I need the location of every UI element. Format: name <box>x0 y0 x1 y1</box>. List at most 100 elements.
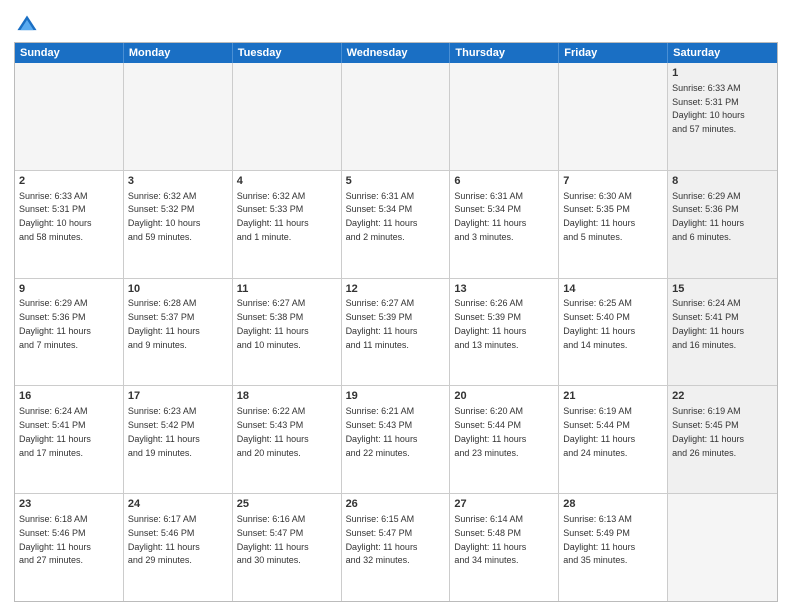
calendar-cell-9: 9Sunrise: 6:29 AM Sunset: 5:36 PM Daylig… <box>15 279 124 386</box>
calendar-cell-empty-0-2 <box>233 63 342 170</box>
page: SundayMondayTuesdayWednesdayThursdayFrid… <box>0 0 792 612</box>
calendar-row-1: 2 Sunrise: 6:33 AM Sunset: 5:31 PM Daylig… <box>15 171 777 279</box>
day-number: 10 <box>128 282 228 297</box>
day-number: 15 <box>672 282 773 297</box>
cell-info: Sunrise: 6:31 AM Sunset: 5:34 PM Dayligh… <box>346 191 418 242</box>
calendar-cell-4: 4 Sunrise: 6:32 AM Sunset: 5:33 PM Daylig… <box>233 171 342 278</box>
header-day-saturday: Saturday <box>668 43 777 63</box>
calendar-cell-24: 24 Sunrise: 6:17 AM Sunset: 5:46 PM Dayli… <box>124 494 233 601</box>
cell-info: Sunrise: 6:32 AM Sunset: 5:32 PM Dayligh… <box>128 191 201 242</box>
day-number: 7 <box>563 174 663 189</box>
header-day-thursday: Thursday <box>450 43 559 63</box>
cell-info: Sunrise: 6:24 AM Sunset: 5:41 PM Dayligh… <box>19 406 91 457</box>
cell-info: Sunrise: 6:23 AM Sunset: 5:42 PM Dayligh… <box>128 406 200 457</box>
logo-icon <box>16 14 38 36</box>
day-number: 12 <box>346 282 446 297</box>
cell-info: Sunrise: 6:29 AM Sunset: 5:36 PM Dayligh… <box>19 298 91 349</box>
calendar-cell-13: 13Sunrise: 6:26 AM Sunset: 5:39 PM Dayli… <box>450 279 559 386</box>
day-number: 22 <box>672 389 773 404</box>
calendar-cell-19: 19 Sunrise: 6:21 AM Sunset: 5:43 PM Dayli… <box>342 386 451 493</box>
cell-info: Sunrise: 6:29 AM Sunset: 5:36 PM Dayligh… <box>672 191 744 242</box>
calendar-cell-21: 21Sunrise: 6:19 AM Sunset: 5:44 PM Dayli… <box>559 386 668 493</box>
day-number: 5 <box>346 174 446 189</box>
calendar-cell-27: 27 Sunrise: 6:14 AM Sunset: 5:48 PM Dayli… <box>450 494 559 601</box>
calendar-cell-11: 11Sunrise: 6:27 AM Sunset: 5:38 PM Dayli… <box>233 279 342 386</box>
calendar-cell-26: 26 Sunrise: 6:15 AM Sunset: 5:47 PM Dayli… <box>342 494 451 601</box>
calendar-row-4: 23 Sunrise: 6:18 AM Sunset: 5:46 PM Dayli… <box>15 494 777 601</box>
calendar-cell-empty-0-4 <box>450 63 559 170</box>
calendar-cell-28: 28 Sunrise: 6:13 AM Sunset: 5:49 PM Dayli… <box>559 494 668 601</box>
day-number: 13 <box>454 282 554 297</box>
day-number: 14 <box>563 282 663 297</box>
day-number: 28 <box>563 497 663 512</box>
cell-info: Sunrise: 6:19 AM Sunset: 5:45 PM Dayligh… <box>672 406 744 457</box>
calendar-cell-6: 6 Sunrise: 6:31 AM Sunset: 5:34 PM Daylig… <box>450 171 559 278</box>
day-number: 20 <box>454 389 554 404</box>
header <box>14 10 778 36</box>
cell-info: Sunrise: 6:33 AM Sunset: 5:31 PM Dayligh… <box>19 191 92 242</box>
day-number: 3 <box>128 174 228 189</box>
calendar-cell-2: 2 Sunrise: 6:33 AM Sunset: 5:31 PM Daylig… <box>15 171 124 278</box>
calendar-cell-18: 18 Sunrise: 6:22 AM Sunset: 5:43 PM Dayli… <box>233 386 342 493</box>
cell-info: Sunrise: 6:30 AM Sunset: 5:35 PM Dayligh… <box>563 191 635 242</box>
cell-info: Sunrise: 6:20 AM Sunset: 5:44 PM Dayligh… <box>454 406 526 457</box>
calendar-cell-empty-0-5 <box>559 63 668 170</box>
day-number: 6 <box>454 174 554 189</box>
day-number: 23 <box>19 497 119 512</box>
logo <box>14 14 38 36</box>
cell-info: Sunrise: 6:15 AM Sunset: 5:47 PM Dayligh… <box>346 514 418 565</box>
cell-info: Sunrise: 6:14 AM Sunset: 5:48 PM Dayligh… <box>454 514 526 565</box>
calendar-header: SundayMondayTuesdayWednesdayThursdayFrid… <box>15 43 777 63</box>
calendar-cell-23: 23 Sunrise: 6:18 AM Sunset: 5:46 PM Dayli… <box>15 494 124 601</box>
day-number: 25 <box>237 497 337 512</box>
cell-info: Sunrise: 6:18 AM Sunset: 5:46 PM Dayligh… <box>19 514 91 565</box>
cell-info: Sunrise: 6:32 AM Sunset: 5:33 PM Dayligh… <box>237 191 309 242</box>
calendar-row-3: 16 Sunrise: 6:24 AM Sunset: 5:41 PM Dayli… <box>15 386 777 494</box>
calendar-cell-15: 15Sunrise: 6:24 AM Sunset: 5:41 PM Dayli… <box>668 279 777 386</box>
cell-info: Sunrise: 6:16 AM Sunset: 5:47 PM Dayligh… <box>237 514 309 565</box>
day-number: 2 <box>19 174 119 189</box>
day-number: 27 <box>454 497 554 512</box>
calendar-cell-20: 20 Sunrise: 6:20 AM Sunset: 5:44 PM Dayli… <box>450 386 559 493</box>
day-number: 1 <box>672 66 773 81</box>
calendar-row-2: 9Sunrise: 6:29 AM Sunset: 5:36 PM Daylig… <box>15 279 777 387</box>
day-number: 21 <box>563 389 663 404</box>
calendar-cell-10: 10Sunrise: 6:28 AM Sunset: 5:37 PM Dayli… <box>124 279 233 386</box>
day-number: 19 <box>346 389 446 404</box>
header-day-monday: Monday <box>124 43 233 63</box>
calendar-cell-17: 17 Sunrise: 6:23 AM Sunset: 5:42 PM Dayli… <box>124 386 233 493</box>
day-number: 16 <box>19 389 119 404</box>
calendar-cell-empty-0-3 <box>342 63 451 170</box>
cell-info: Sunrise: 6:17 AM Sunset: 5:46 PM Dayligh… <box>128 514 200 565</box>
calendar-cell-empty-0-0 <box>15 63 124 170</box>
cell-info: Sunrise: 6:28 AM Sunset: 5:37 PM Dayligh… <box>128 298 200 349</box>
day-number: 18 <box>237 389 337 404</box>
day-number: 4 <box>237 174 337 189</box>
calendar-row-0: 1Sunrise: 6:33 AM Sunset: 5:31 PM Daylig… <box>15 63 777 171</box>
calendar-cell-22: 22 Sunrise: 6:19 AM Sunset: 5:45 PM Dayli… <box>668 386 777 493</box>
day-number: 26 <box>346 497 446 512</box>
header-day-tuesday: Tuesday <box>233 43 342 63</box>
calendar-cell-12: 12Sunrise: 6:27 AM Sunset: 5:39 PM Dayli… <box>342 279 451 386</box>
calendar-cell-empty-4-6 <box>668 494 777 601</box>
cell-info: Sunrise: 6:31 AM Sunset: 5:34 PM Dayligh… <box>454 191 526 242</box>
cell-info: Sunrise: 6:21 AM Sunset: 5:43 PM Dayligh… <box>346 406 418 457</box>
day-number: 8 <box>672 174 773 189</box>
day-number: 9 <box>19 282 119 297</box>
day-number: 17 <box>128 389 228 404</box>
calendar-cell-25: 25 Sunrise: 6:16 AM Sunset: 5:47 PM Dayli… <box>233 494 342 601</box>
calendar-cell-8: 8 Sunrise: 6:29 AM Sunset: 5:36 PM Daylig… <box>668 171 777 278</box>
calendar-cell-empty-0-1 <box>124 63 233 170</box>
cell-info: Sunrise: 6:22 AM Sunset: 5:43 PM Dayligh… <box>237 406 309 457</box>
header-day-sunday: Sunday <box>15 43 124 63</box>
calendar-cell-3: 3 Sunrise: 6:32 AM Sunset: 5:32 PM Daylig… <box>124 171 233 278</box>
calendar-cell-16: 16 Sunrise: 6:24 AM Sunset: 5:41 PM Dayli… <box>15 386 124 493</box>
header-day-wednesday: Wednesday <box>342 43 451 63</box>
day-number: 24 <box>128 497 228 512</box>
calendar-cell-5: 5 Sunrise: 6:31 AM Sunset: 5:34 PM Daylig… <box>342 171 451 278</box>
calendar: SundayMondayTuesdayWednesdayThursdayFrid… <box>14 42 778 602</box>
day-number: 11 <box>237 282 337 297</box>
cell-info: Sunrise: 6:13 AM Sunset: 5:49 PM Dayligh… <box>563 514 635 565</box>
cell-info: Sunrise: 6:26 AM Sunset: 5:39 PM Dayligh… <box>454 298 526 349</box>
calendar-body: 1 Sunrise: 6:33 AM Sunset: 5:31 PM Daylig… <box>15 63 777 601</box>
